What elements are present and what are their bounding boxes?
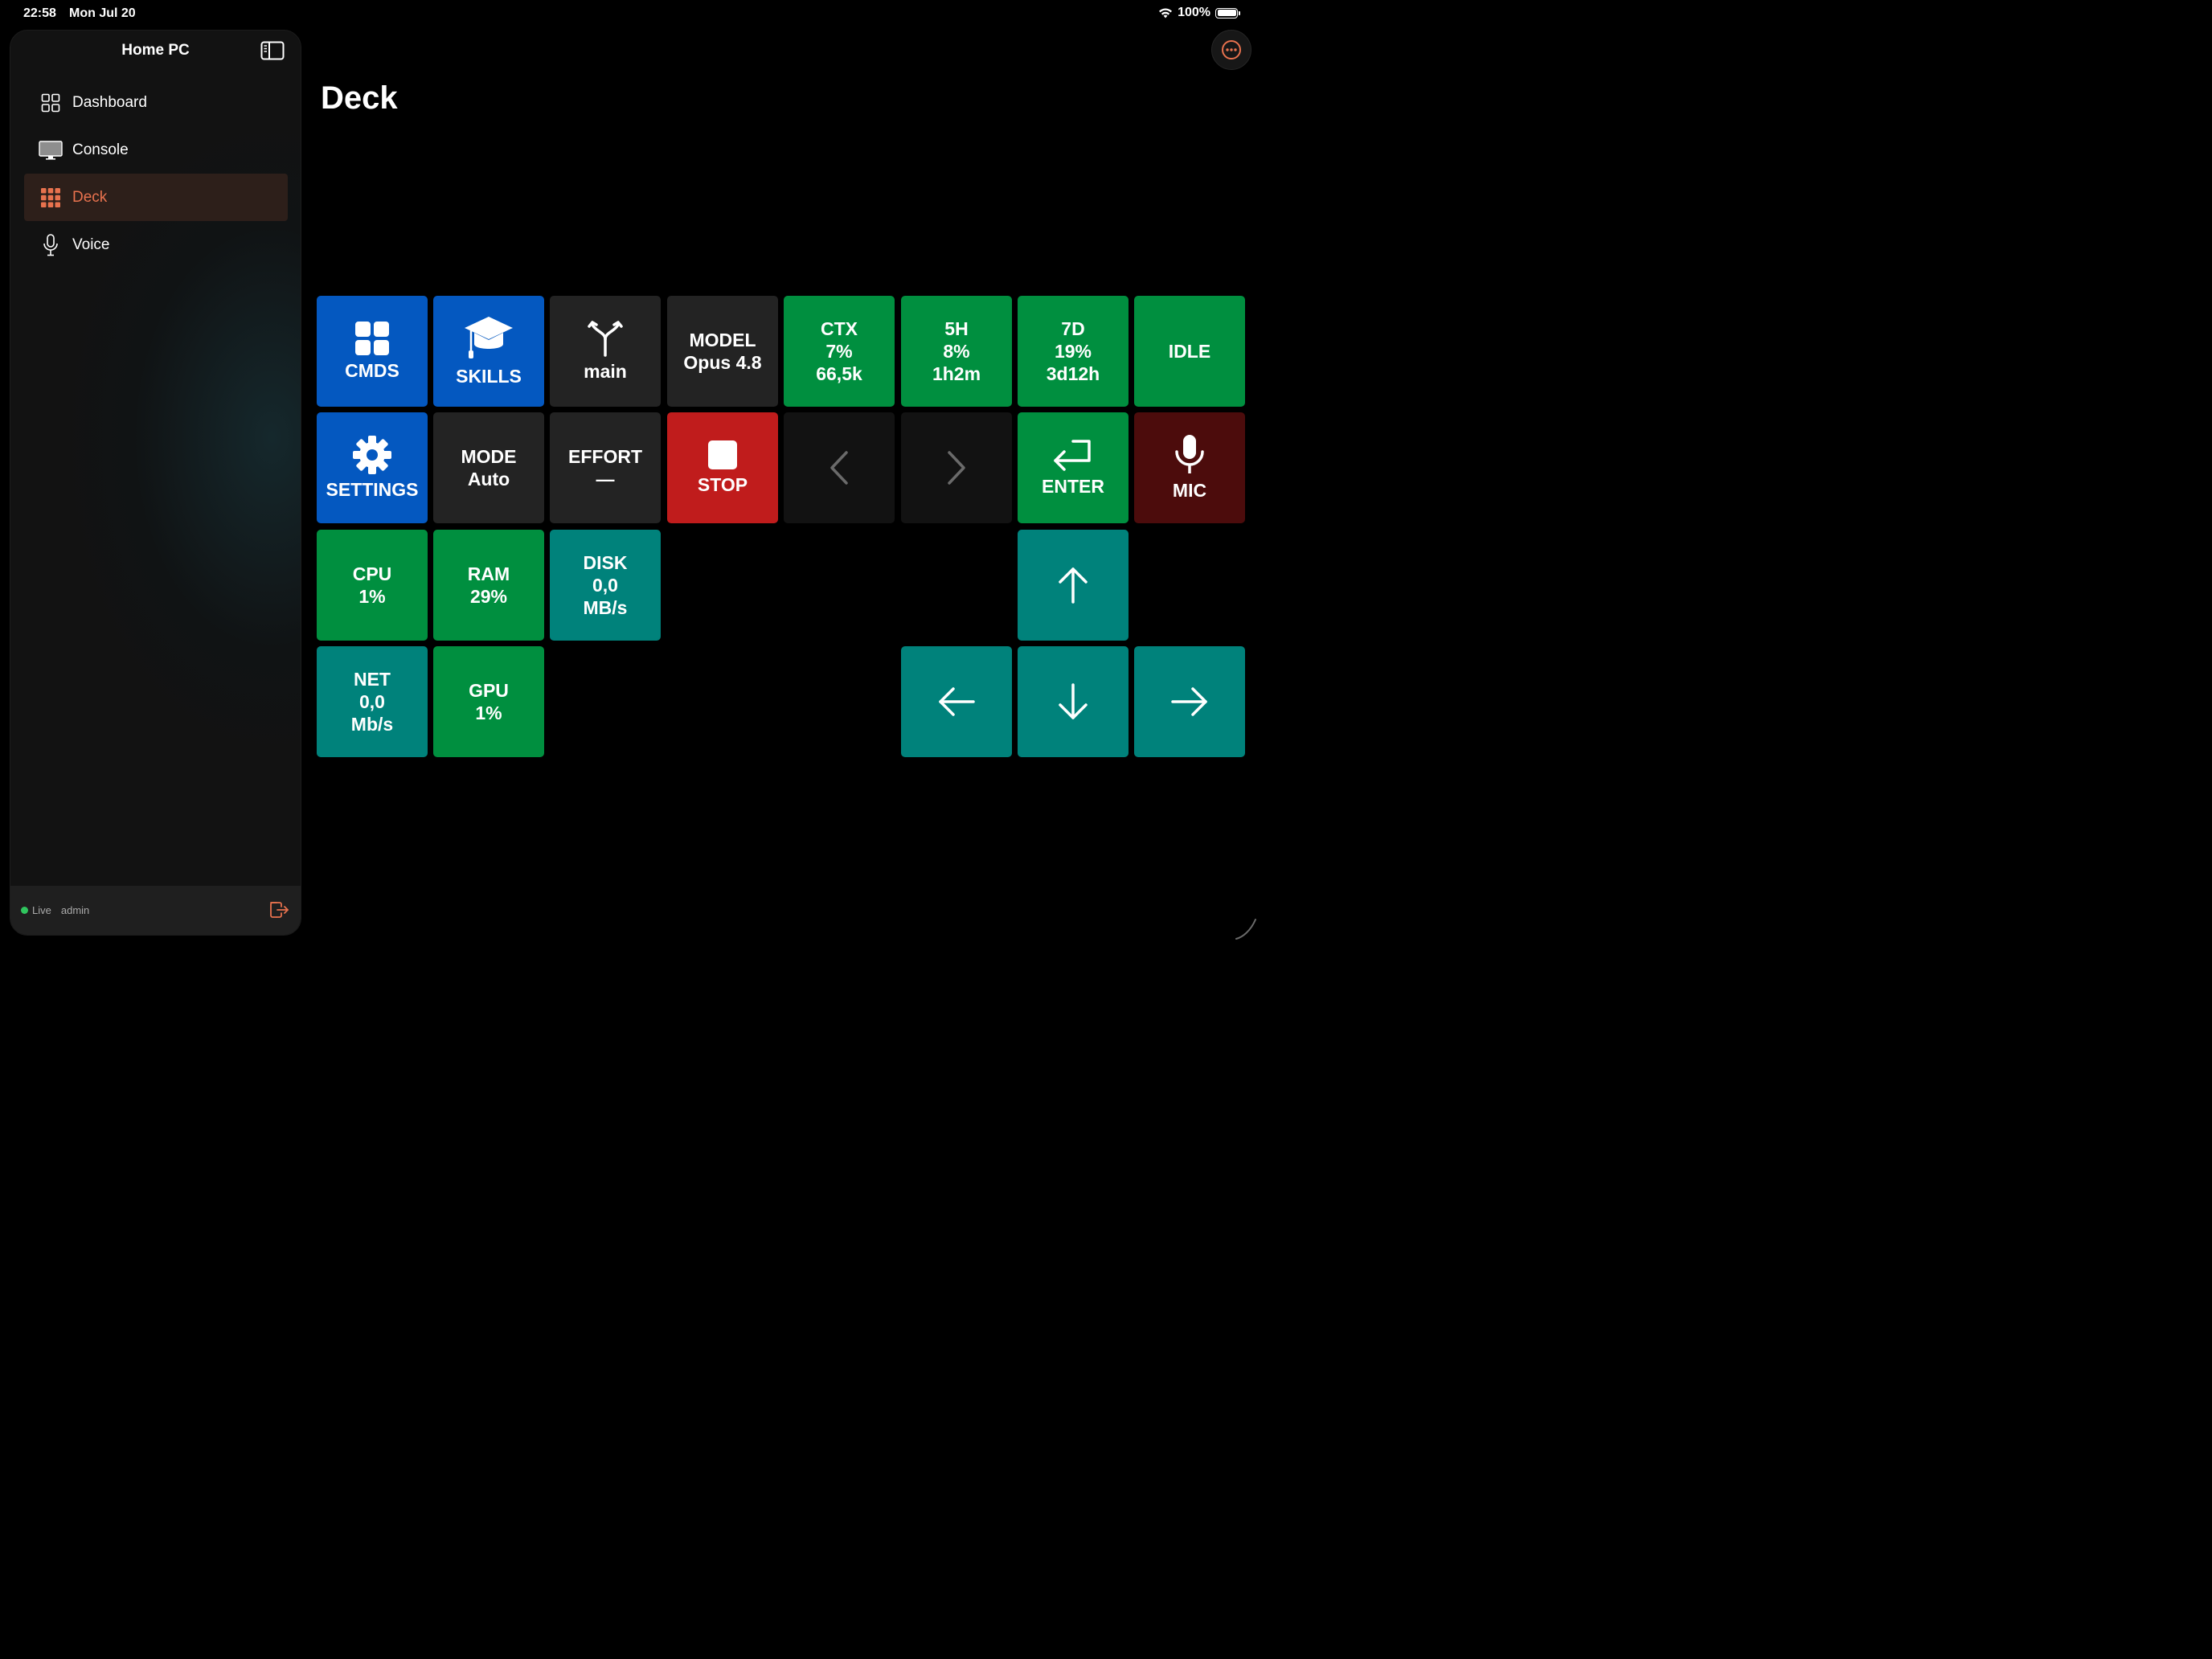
dots-grid-icon — [39, 186, 63, 210]
branch-icon — [588, 320, 623, 357]
branch-button[interactable]: main — [550, 296, 661, 407]
user-name: admin — [60, 904, 90, 916]
arrow-down-icon — [1057, 682, 1089, 721]
graduation-cap-icon — [463, 315, 514, 362]
resize-handle-icon — [1233, 916, 1257, 940]
microphone-icon — [39, 233, 63, 257]
cmds-label: CMDS — [345, 360, 399, 381]
disk-tile[interactable]: DISK 0,0 MB/s — [550, 530, 661, 641]
five-hour-label: 5H 8% 1h2m — [932, 318, 981, 384]
settings-button[interactable]: SETTINGS — [317, 412, 428, 523]
chevron-right-icon — [947, 450, 966, 485]
sidebar-item-label: Voice — [72, 236, 110, 253]
cpu-tile[interactable]: CPU 1% — [317, 530, 428, 641]
connection-status: Live — [32, 904, 51, 916]
more-button[interactable] — [1211, 30, 1251, 70]
status-date: Mon Jul 20 — [69, 6, 136, 20]
five-hour-usage-tile[interactable]: 5H 8% 1h2m — [901, 296, 1012, 407]
arrow-right-button[interactable] — [1134, 646, 1245, 757]
stop-label: STOP — [697, 474, 748, 495]
chevron-left-icon — [830, 450, 849, 485]
net-label: NET 0,0 Mb/s — [350, 669, 394, 735]
skills-label: SKILLS — [456, 366, 522, 387]
enter-label: ENTER — [1042, 476, 1104, 497]
sidebar-item-dashboard[interactable]: Dashboard — [24, 79, 288, 126]
arrow-right-icon — [1170, 686, 1209, 718]
effort-label: EFFORT — — [568, 446, 642, 490]
status-indicators: 100% — [1158, 6, 1240, 20]
sidebar-item-label: Deck — [72, 188, 108, 206]
sidebar-item-label: Console — [72, 141, 129, 158]
stop-button[interactable]: STOP — [667, 412, 778, 523]
ram-label: RAM 29% — [467, 563, 510, 607]
mode-button[interactable]: MODE Auto — [433, 412, 544, 523]
ctx-label: CTX 7% 66,5k — [816, 318, 862, 384]
sidebar-item-voice[interactable]: Voice — [24, 221, 288, 268]
wifi-icon — [1158, 7, 1173, 18]
sidebar-title: Home PC — [121, 42, 190, 59]
logout-icon[interactable] — [268, 899, 289, 920]
previous-button[interactable] — [784, 412, 895, 523]
idle-label: IDLE — [1168, 341, 1211, 362]
return-icon — [1052, 438, 1094, 472]
battery-percent: 100% — [1178, 6, 1210, 19]
idle-status-tile[interactable]: IDLE — [1134, 296, 1245, 407]
more-icon — [1221, 39, 1242, 60]
stop-icon — [707, 440, 738, 470]
ram-tile[interactable]: RAM 29% — [433, 530, 544, 641]
sidebar-item-label: Dashboard — [72, 93, 147, 111]
grid-icon — [39, 91, 63, 115]
enter-button[interactable]: ENTER — [1018, 412, 1129, 523]
arrow-down-button[interactable] — [1018, 646, 1129, 757]
cmds-button[interactable]: CMDS — [317, 296, 428, 407]
settings-label: SETTINGS — [326, 479, 419, 500]
deck-grid: CMDS SKILLS main MODEL Opus 4.8 CTX 7% 6… — [317, 296, 1246, 757]
sidebar-nav: Dashboard Console Deck Voice — [24, 79, 288, 268]
cpu-label: CPU 1% — [352, 563, 392, 607]
gpu-tile[interactable]: GPU 1% — [433, 646, 544, 757]
sidebar-item-console[interactable]: Console — [24, 126, 288, 174]
model-button[interactable]: MODEL Opus 4.8 — [667, 296, 778, 407]
sidebar-toggle-icon[interactable] — [260, 41, 285, 60]
sidebar-item-deck[interactable]: Deck — [24, 174, 288, 221]
gear-icon — [352, 435, 392, 475]
microphone-icon — [1174, 434, 1205, 476]
battery-icon — [1215, 7, 1240, 18]
model-label: MODEL Opus 4.8 — [683, 330, 762, 373]
effort-button[interactable]: EFFORT — — [550, 412, 661, 523]
sidebar: Home PC Dashboard Console Deck Voice Liv… — [10, 30, 301, 936]
live-status-dot — [21, 907, 28, 914]
monitor-icon — [39, 138, 63, 162]
arrow-up-button[interactable] — [1018, 530, 1129, 641]
arrow-left-icon — [937, 686, 976, 718]
disk-label: DISK 0,0 MB/s — [583, 552, 628, 618]
mic-label: MIC — [1172, 480, 1207, 501]
next-button[interactable] — [901, 412, 1012, 523]
arrow-up-icon — [1057, 566, 1089, 604]
mode-label: MODE Auto — [461, 446, 517, 490]
net-tile[interactable]: NET 0,0 Mb/s — [317, 646, 428, 757]
commands-grid-icon — [354, 321, 390, 356]
mic-button[interactable]: MIC — [1134, 412, 1245, 523]
arrow-left-button[interactable] — [901, 646, 1012, 757]
sidebar-footer: Live admin — [10, 886, 301, 935]
branch-label: main — [584, 361, 627, 382]
seven-day-label: 7D 19% 3d12h — [1046, 318, 1100, 384]
page-title: Deck — [321, 80, 398, 116]
seven-day-usage-tile[interactable]: 7D 19% 3d12h — [1018, 296, 1129, 407]
skills-button[interactable]: SKILLS — [433, 296, 544, 407]
status-time: 22:58 — [23, 6, 56, 20]
gpu-label: GPU 1% — [469, 680, 509, 723]
ctx-tile[interactable]: CTX 7% 66,5k — [784, 296, 895, 407]
